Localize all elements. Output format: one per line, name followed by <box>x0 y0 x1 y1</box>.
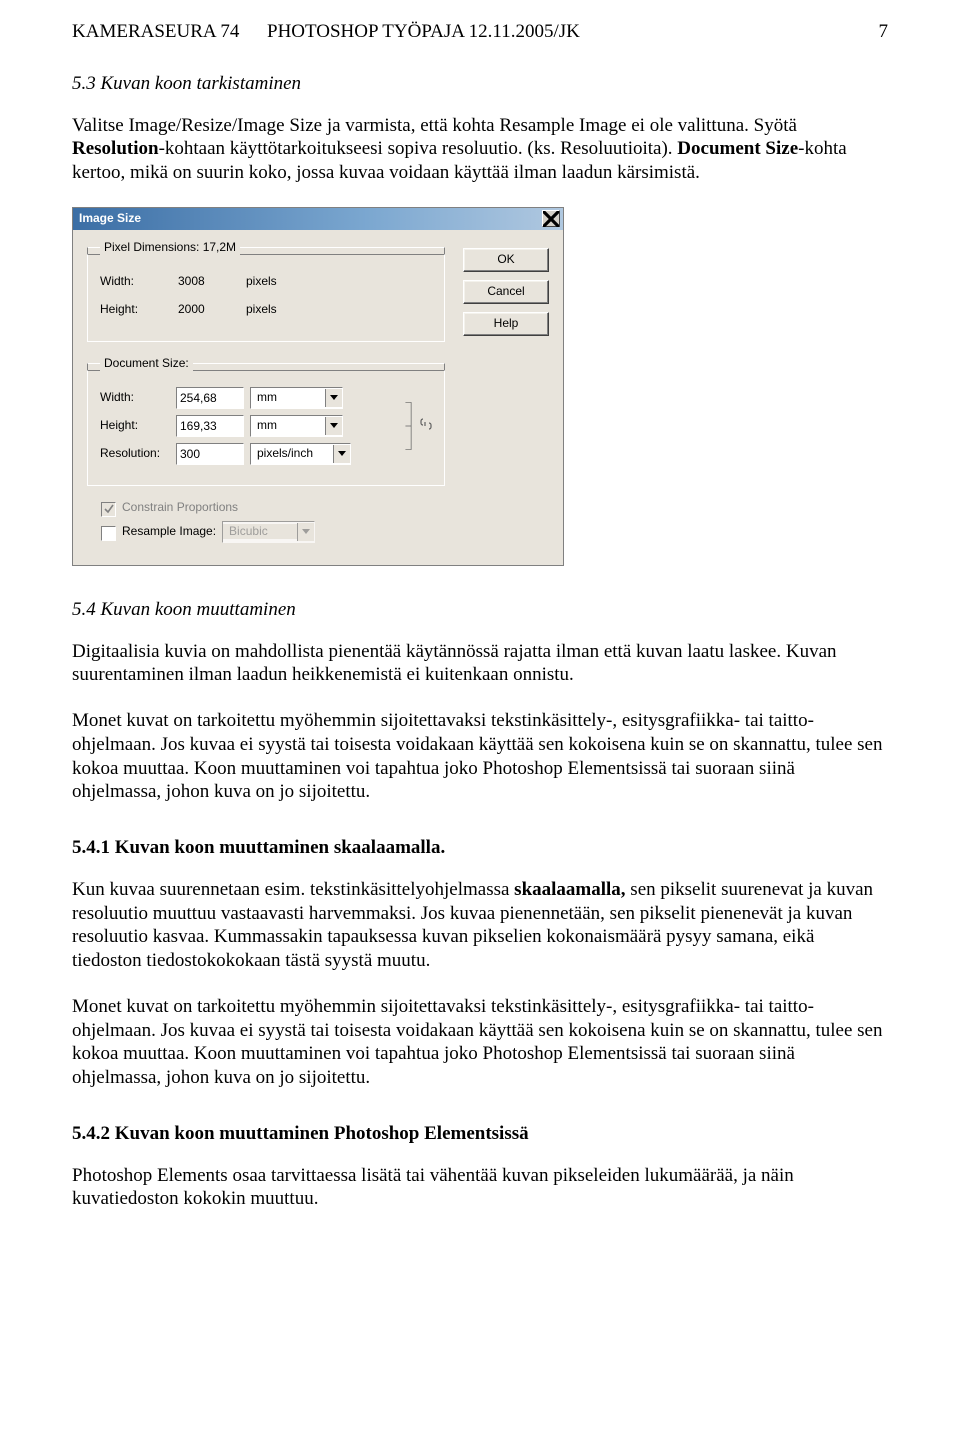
chevron-down-icon <box>325 417 342 435</box>
dialog-titlebar[interactable]: Image Size <box>73 208 563 230</box>
chain-link-icon <box>420 418 432 434</box>
constrain-proportions-row: Constrain Proportions <box>101 500 445 515</box>
section-5-4-p1: Digitaalisia kuvia on mahdollista pienen… <box>72 640 888 688</box>
px-height-value: 2000 <box>176 302 234 317</box>
document-size-label: Document Size: <box>100 356 193 371</box>
doc-width-input[interactable] <box>176 387 244 409</box>
doc-width-unit-dropdown[interactable]: mm <box>250 387 343 409</box>
px-width-value: 3008 <box>176 274 234 289</box>
cancel-button[interactable]: Cancel <box>463 280 549 304</box>
section-5-4-1-p2: Monet kuvat on tarkoitettu myöhemmin sij… <box>72 995 888 1090</box>
resolution-input[interactable] <box>176 443 244 465</box>
resolution-unit-dropdown[interactable]: pixels/inch <box>250 443 351 465</box>
pixel-dimensions-label: Pixel Dimensions: 17,2M <box>100 240 240 255</box>
px-width-unit: pixels <box>240 274 306 289</box>
section-5-4-title: 5.4 Kuvan koon muuttaminen <box>72 598 888 622</box>
constrain-proportions-checkbox <box>101 502 116 517</box>
section-5-4-2-p1: Photoshop Elements osaa tarvittaessa lis… <box>72 1164 888 1212</box>
pixel-dimensions-group: Pixel Dimensions: 17,2M Width: 3008 pixe… <box>87 240 445 342</box>
doc-width-label: Width: <box>100 390 170 405</box>
header-left: KAMERASEURA 74 <box>72 20 267 44</box>
section-5-4-1-p1: Kun kuvaa suurennetaan esim. tekstinkäsi… <box>72 878 888 973</box>
resample-image-checkbox[interactable] <box>101 526 116 541</box>
document-size-group: Document Size: Width: mm <box>87 356 445 486</box>
chevron-down-icon <box>333 445 350 463</box>
px-height-label: Height: <box>100 302 170 317</box>
dialog-title: Image Size <box>79 211 141 226</box>
section-5-4-1-title: 5.4.1 Kuvan koon muuttaminen skaalaamall… <box>72 836 888 860</box>
chevron-down-icon <box>325 389 342 407</box>
page-number: 7 <box>848 20 888 44</box>
resample-method-dropdown: Bicubic <box>222 521 315 543</box>
chevron-down-icon <box>297 523 314 541</box>
resample-image-label: Resample Image: <box>122 524 216 539</box>
help-button[interactable]: Help <box>463 312 549 336</box>
doc-height-unit-dropdown[interactable]: mm <box>250 415 343 437</box>
image-size-dialog: Image Size Pixel Dimensions: 17,2M Width… <box>72 207 564 566</box>
px-height-unit: pixels <box>240 302 306 317</box>
doc-height-input[interactable] <box>176 415 244 437</box>
section-5-4-p2: Monet kuvat on tarkoitettu myöhemmin sij… <box>72 709 888 804</box>
ok-button[interactable]: OK <box>463 248 549 272</box>
header-center: PHOTOSHOP TYÖPAJA 12.11.2005/JK <box>267 20 848 44</box>
px-width-label: Width: <box>100 274 170 289</box>
section-5-4-2-title: 5.4.2 Kuvan koon muuttaminen Photoshop E… <box>72 1122 888 1146</box>
resolution-label: Resolution: <box>100 446 170 461</box>
section-5-3-paragraph: Valitse Image/Resize/Image Size ja varmi… <box>72 114 888 185</box>
close-icon[interactable] <box>542 210 560 227</box>
doc-height-label: Height: <box>100 418 170 433</box>
section-5-3-title: 5.3 Kuvan koon tarkistaminen <box>72 72 888 96</box>
constrain-proportions-label: Constrain Proportions <box>122 500 238 515</box>
resample-image-row[interactable]: Resample Image: Bicubic <box>101 521 445 543</box>
link-bracket-icon <box>402 401 416 451</box>
